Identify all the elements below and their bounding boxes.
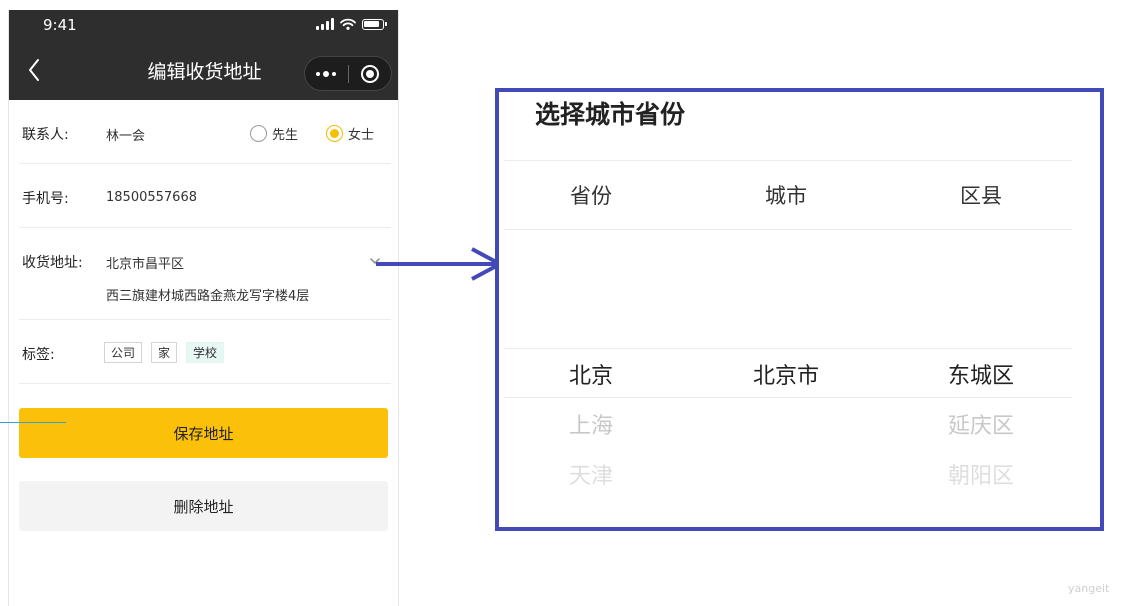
address-label: 收货地址: <box>22 255 83 271</box>
address-detail-input[interactable]: 西三旗建材城西路金燕龙写字楼4层 <box>106 285 309 304</box>
contact-label: 联系人: <box>22 127 69 143</box>
selection-bottom-line <box>504 397 1072 398</box>
district-option[interactable]: 东城区 <box>901 358 1061 390</box>
arrow-right-icon <box>376 247 504 281</box>
province-option[interactable]: 北京 <box>511 358 671 390</box>
annotation-line <box>0 422 66 423</box>
province-option[interactable]: 天津 <box>511 458 671 490</box>
district-option[interactable]: 延庆区 <box>901 408 1061 440</box>
phone-input[interactable]: 18500557668 <box>106 190 197 205</box>
watermark: yangeit <box>1068 582 1110 595</box>
city-option[interactable]: 北京市 <box>706 358 866 390</box>
tag-company[interactable]: 公司 <box>104 342 143 363</box>
column-header-province: 省份 <box>570 184 612 208</box>
phone-screen: 9:41 编辑收货地址 联系人: 林一会 先生 女士 手机号: 18500557… <box>8 10 399 606</box>
column-header-district: 区县 <box>960 184 1002 208</box>
gender-radio-female[interactable]: 女士 <box>326 124 374 143</box>
signal-icon <box>316 18 334 30</box>
picker-title: 选择城市省份 <box>535 100 686 129</box>
divider <box>504 229 1072 230</box>
status-icons <box>316 18 387 30</box>
phone-row: 手机号: 18500557668 <box>19 164 391 228</box>
radio-checked-icon <box>326 125 343 142</box>
address-row: 收货地址: 北京市昌平区 西三旗建材城西路金燕龙写字楼4层 <box>19 228 391 320</box>
delete-address-button[interactable]: 删除地址 <box>19 481 388 531</box>
tag-list: 公司 家 学校 <box>104 342 225 363</box>
save-address-button[interactable]: 保存地址 <box>19 408 388 458</box>
contact-row: 联系人: 林一会 先生 女士 <box>19 100 391 164</box>
column-header-city: 城市 <box>765 184 807 208</box>
status-time: 9:41 <box>43 16 77 34</box>
scroll-fade <box>499 497 1100 527</box>
close-program-button[interactable] <box>348 57 391 90</box>
target-icon <box>360 64 379 83</box>
mini-program-capsule <box>304 56 392 91</box>
divider <box>504 160 1072 161</box>
selection-top-line <box>504 348 1072 349</box>
province-option[interactable]: 上海 <box>511 408 671 440</box>
tag-school[interactable]: 学校 <box>186 342 225 363</box>
gender-label-male: 先生 <box>272 128 299 143</box>
gender-label-female: 女士 <box>348 128 375 143</box>
wifi-icon <box>340 18 356 30</box>
tags-label: 标签: <box>22 347 55 363</box>
top-bar: 9:41 编辑收货地址 <box>9 10 398 100</box>
phone-label: 手机号: <box>22 191 69 207</box>
region-picker-callout: 选择城市省份 省份 城市 区县 北京 上海 天津 北京市 东城区 延庆区 朝阳区 <box>495 88 1104 531</box>
battery-icon <box>362 18 387 30</box>
gender-radio-male[interactable]: 先生 <box>250 124 298 143</box>
tag-home[interactable]: 家 <box>151 342 178 363</box>
region-selector[interactable]: 北京市昌平区 <box>106 253 184 272</box>
more-menu-button[interactable] <box>305 57 348 90</box>
radio-unchecked-icon <box>250 125 267 142</box>
contact-name-input[interactable]: 林一会 <box>106 125 145 144</box>
tags-row: 标签: 公司 家 学校 <box>19 320 391 384</box>
district-option[interactable]: 朝阳区 <box>901 458 1061 490</box>
